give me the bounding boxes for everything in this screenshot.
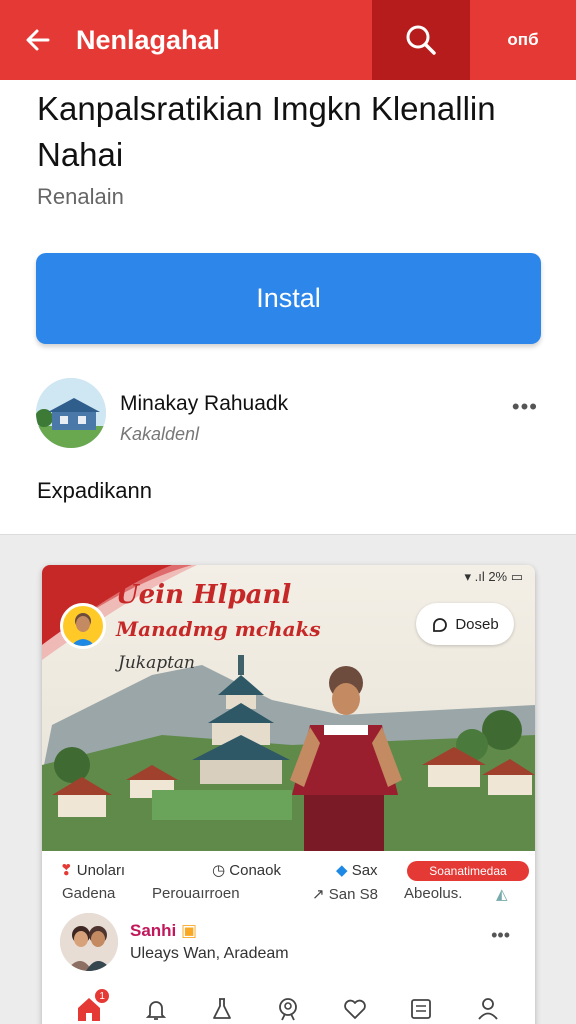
heart-icon — [344, 999, 366, 1019]
user-icon — [478, 998, 498, 1020]
meta-1-a[interactable]: ❣ Unoları — [60, 861, 125, 879]
share-icon: ↗ — [312, 886, 329, 903]
app-bar-extra-label[interactable]: опб — [470, 30, 576, 50]
promo-title: Uein Hlpanl — [116, 580, 292, 610]
nav-account[interactable] — [471, 992, 505, 1024]
post-author-name: Sanhi ▣ — [130, 921, 198, 940]
avatar[interactable] — [60, 913, 118, 971]
meta-1-b[interactable]: ◷ Conaok — [212, 861, 281, 879]
post-subtitle: Uleays Wan, Aradeam — [130, 945, 289, 962]
promo-caption: Jukaptan — [118, 653, 195, 673]
nav-list[interactable] — [404, 992, 438, 1024]
meta-2-d: Abeolus. — [404, 885, 463, 902]
heart-small-icon: ❣ — [60, 862, 77, 879]
meta-row-1: ❣ Unoları ◷ Conaok ◆ Sax Soanatimedaa — [60, 861, 529, 885]
user-badge-icon — [279, 998, 298, 1021]
meta-2-b: Perouaırroen — [152, 885, 240, 902]
meta-2-c[interactable]: ↗ San S8 — [312, 885, 378, 903]
nav-favorites[interactable] — [338, 992, 372, 1024]
nav-home[interactable]: 1 — [72, 988, 111, 1024]
post-more-button[interactable]: ••• — [491, 925, 510, 946]
flame-icon: ▣ — [181, 921, 198, 940]
app-screenshot[interactable]: ▾ .ıl 2% ▭ Uein Hlpanl Manadmg mchaks Ju… — [42, 565, 535, 1024]
house-thumbnail-icon — [36, 378, 106, 448]
review-row: Minakay Rahuadk Kakaldenl ••• — [36, 378, 546, 452]
search-icon — [406, 25, 436, 55]
bottom-nav: 1 — [42, 983, 535, 1024]
arrow-left-icon — [26, 29, 50, 51]
app-title: Kanpalsratikian Imgkn Klenallin Nahai — [37, 90, 496, 173]
meta-row-2: Gadena Perouaırroen ↗ San S8 Abeolus. ◭ — [62, 885, 522, 907]
avatar[interactable] — [36, 378, 106, 448]
back-button[interactable] — [0, 0, 76, 80]
app-bar-title: Nenlagahal — [76, 24, 221, 55]
clock-icon: ◷ — [212, 862, 230, 879]
promo-subtitle: Manadmg mchaks — [116, 617, 321, 641]
flask-icon — [213, 998, 231, 1019]
nav-profile[interactable] — [271, 992, 305, 1024]
category-chip[interactable]: Soanatimedaa — [407, 861, 529, 881]
reviewer-subtitle: Kakaldenl — [120, 424, 200, 444]
save-label: Doseb — [455, 615, 499, 633]
save-button[interactable]: Doseb — [416, 603, 514, 645]
developer-name[interactable]: Renalain — [37, 184, 124, 210]
meta-1-c[interactable]: ◆ Sax — [336, 861, 378, 879]
bookmark-icon — [433, 618, 448, 632]
app-bar: Nenlagahal опб — [0, 0, 576, 80]
bell-icon — [145, 1001, 166, 1020]
promo-badge-icon — [60, 603, 106, 649]
diamond-icon: ◆ — [336, 862, 352, 879]
list-icon — [411, 999, 432, 1019]
status-bar: ▾ .ıl 2% ▭ — [464, 569, 523, 584]
nav-notifications[interactable] — [139, 992, 173, 1024]
expand-link[interactable]: Expadikann — [37, 478, 152, 504]
notification-badge: 1 — [94, 988, 111, 1004]
screenshot-gallery[interactable]: ▾ .ıl 2% ▭ Uein Hlpanl Manadmg mchaks Ju… — [0, 534, 576, 1024]
install-button[interactable]: Instal — [36, 253, 541, 344]
map-icon[interactable]: ◭ — [496, 885, 508, 903]
post-row: Sanhi ▣ Uleays Wan, Aradeam ••• — [60, 913, 520, 977]
meta-2-a: Gadena — [62, 885, 116, 902]
review-more-button[interactable]: ••• — [512, 394, 538, 420]
search-button[interactable] — [372, 0, 470, 80]
reviewer-name: Minakay Rahuadk — [120, 392, 289, 415]
nav-lab[interactable] — [205, 992, 239, 1024]
